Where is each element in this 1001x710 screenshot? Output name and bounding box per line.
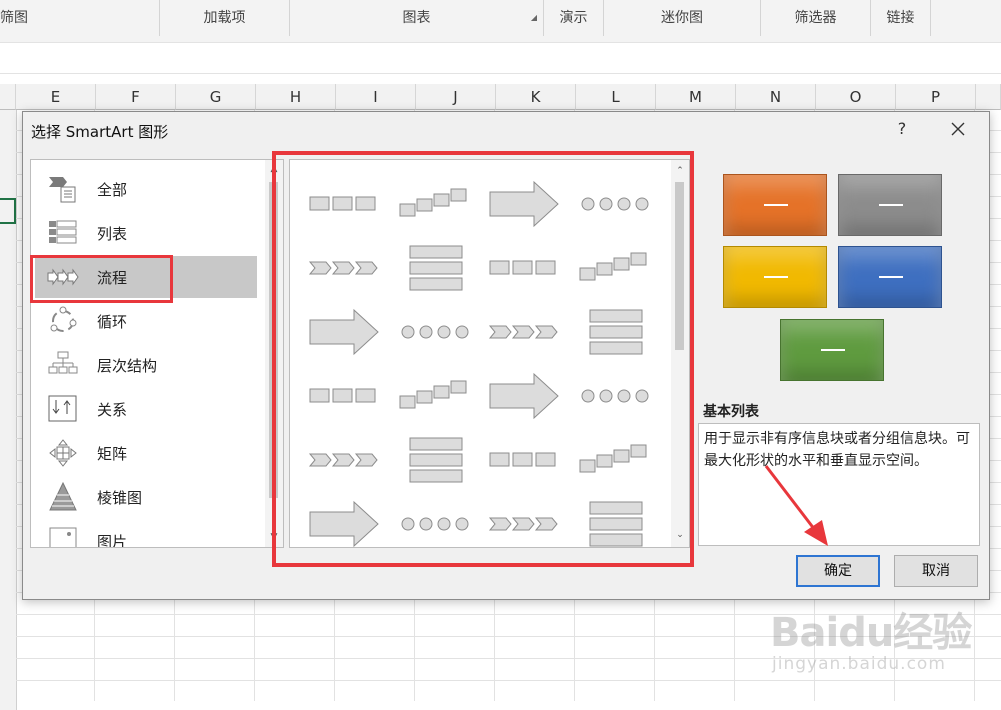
- ribbon-group-filters[interactable]: 筛选器: [761, 0, 871, 36]
- category-item-matrix[interactable]: 矩阵: [35, 432, 257, 474]
- ribbon-group-label: 演示: [559, 10, 588, 26]
- ribbon-group-tours[interactable]: 演示: [544, 0, 604, 36]
- column-header[interactable]: O: [816, 84, 896, 110]
- ribbon-group-label: 筛图: [0, 10, 28, 26]
- list-icon: [47, 218, 79, 248]
- category-label: 循环: [97, 313, 128, 331]
- watermark: Baidu经验 jingyan.baidu.com: [770, 600, 1000, 700]
- category-label: 图片: [97, 533, 128, 548]
- hierarchy-icon: [47, 350, 79, 380]
- column-header[interactable]: M: [656, 84, 736, 110]
- ribbon-group-charts[interactable]: 图表 ◢: [290, 0, 544, 36]
- category-list: 全部 列表 流程 循环 层次结构 关系 矩阵 棱锥图 图片 ▲ ▼: [30, 159, 284, 548]
- category-item-picture[interactable]: 图片: [35, 520, 257, 548]
- ribbon-group-illustrations[interactable]: 筛图: [0, 0, 160, 36]
- watermark-logo: Baidu经验: [770, 610, 972, 656]
- ribbon-group-label: 迷你图: [661, 10, 703, 26]
- category-item-relationship[interactable]: 关系: [35, 388, 257, 430]
- category-label: 棱锥图: [97, 489, 143, 507]
- highlight-box-gallery: [272, 151, 694, 567]
- active-cell[interactable]: [0, 198, 16, 224]
- category-label: 关系: [97, 401, 128, 419]
- cancel-button[interactable]: 取消: [894, 555, 978, 587]
- ribbon-group-sparklines[interactable]: 迷你图: [604, 0, 761, 36]
- preview-shape: [723, 246, 827, 308]
- column-header[interactable]: N: [736, 84, 816, 110]
- category-label: 矩阵: [97, 445, 128, 463]
- category-item-list[interactable]: 列表: [35, 212, 257, 254]
- dialog-title: 选择 SmartArt 图形: [31, 123, 169, 141]
- formula-bar[interactable]: [0, 42, 1001, 74]
- ribbon-group-label: 加载项: [203, 10, 246, 26]
- help-button[interactable]: ?: [891, 117, 913, 141]
- ribbon-group-addins[interactable]: 加载项: [160, 0, 290, 36]
- close-icon[interactable]: [945, 116, 971, 142]
- category-label: 列表: [97, 225, 128, 243]
- category-item-hierarchy[interactable]: 层次结构: [35, 344, 257, 386]
- column-header[interactable]: P: [896, 84, 976, 110]
- ok-button[interactable]: 确定: [796, 555, 880, 587]
- highlight-box-category: [30, 255, 173, 303]
- column-header[interactable]: L: [576, 84, 656, 110]
- category-item-all[interactable]: 全部: [35, 168, 257, 210]
- preview-shape: [723, 174, 827, 236]
- pyramid-icon: [47, 481, 79, 512]
- all-icon: [47, 174, 79, 204]
- category-label: 层次结构: [97, 357, 158, 375]
- row-header-corner[interactable]: [0, 84, 16, 110]
- ribbon: 筛图 加载项 图表 ◢ 演示 迷你图 筛选器 链接: [0, 0, 1001, 37]
- matrix-icon: [47, 438, 79, 468]
- category-label: 全部: [97, 181, 128, 199]
- preview-layout-name: 基本列表: [703, 404, 759, 420]
- column-header[interactable]: I: [336, 84, 416, 110]
- preview-shape: [780, 319, 884, 381]
- column-header[interactable]: K: [496, 84, 576, 110]
- ribbon-group-label: 链接: [886, 10, 915, 26]
- column-header[interactable]: E: [16, 84, 96, 110]
- preview-shape: [838, 246, 942, 308]
- column-header[interactable]: [976, 84, 1001, 110]
- ribbon-group-label: 图表: [402, 10, 431, 26]
- column-header[interactable]: J: [416, 84, 496, 110]
- dialog-launcher-icon[interactable]: ◢: [531, 14, 537, 22]
- column-header[interactable]: F: [96, 84, 176, 110]
- cycle-icon: [47, 306, 79, 336]
- watermark-url: jingyan.baidu.com: [772, 654, 946, 674]
- ribbon-group-links[interactable]: 链接: [871, 0, 931, 36]
- category-item-cycle[interactable]: 循环: [35, 300, 257, 342]
- red-arrow-icon: [764, 465, 828, 546]
- column-header[interactable]: G: [176, 84, 256, 110]
- category-item-pyramid[interactable]: 棱锥图: [35, 476, 257, 518]
- ribbon-group-label: 筛选器: [794, 10, 837, 26]
- preview-shape: [838, 174, 942, 236]
- column-header[interactable]: H: [256, 84, 336, 110]
- relationship-icon: [47, 394, 79, 424]
- picture-icon: [47, 526, 79, 547]
